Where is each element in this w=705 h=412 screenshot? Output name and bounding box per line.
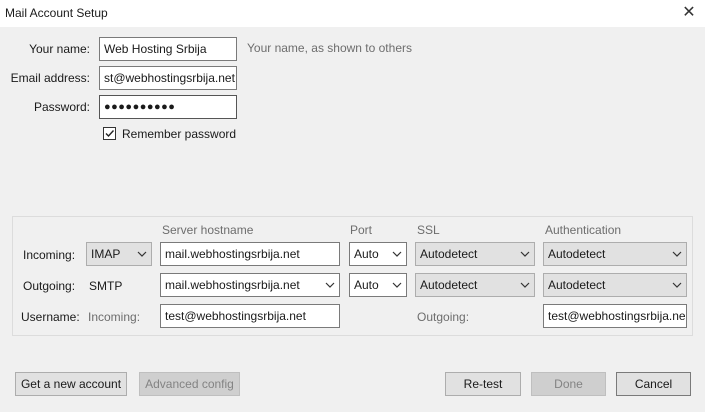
- outgoing-ssl-select[interactable]: Autodetect: [415, 273, 535, 297]
- password-label: Password:: [33, 100, 90, 114]
- name-hint: Your name, as shown to others: [247, 41, 412, 55]
- email-field[interactable]: st@webhostingsrbija.net: [99, 66, 237, 90]
- window-title: Mail Account Setup: [5, 6, 108, 20]
- get-new-account-button[interactable]: Get a new account: [15, 372, 127, 396]
- incoming-port-value: Auto: [354, 247, 379, 261]
- outgoing-auth-select[interactable]: Autodetect: [543, 273, 687, 297]
- header-port: Port: [350, 223, 373, 237]
- name-field[interactable]: Web Hosting Srbija: [99, 37, 237, 61]
- remember-password-checkbox[interactable]: [103, 127, 116, 140]
- chevron-down-icon: [520, 282, 530, 288]
- outgoing-label: Outgoing:: [23, 279, 76, 293]
- outgoing-port-value: Auto: [354, 278, 379, 292]
- cancel-button[interactable]: Cancel: [616, 372, 691, 396]
- outgoing-ssl-value: Autodetect: [420, 278, 478, 292]
- name-label: Your name:: [10, 42, 90, 56]
- incoming-protocol-select[interactable]: IMAP: [86, 242, 152, 266]
- username-outgoing-label: Outgoing:: [417, 310, 470, 324]
- outgoing-port-select[interactable]: Auto: [349, 273, 407, 297]
- incoming-label: Incoming:: [23, 248, 76, 262]
- header-ssl: SSL: [417, 223, 440, 237]
- advanced-config-button[interactable]: Advanced config: [139, 372, 240, 396]
- close-icon[interactable]: ✕: [680, 4, 698, 22]
- incoming-port-select[interactable]: Auto: [349, 242, 407, 266]
- password-field[interactable]: ●●●●●●●●●●: [99, 95, 237, 119]
- name-label-text: Your name:: [29, 42, 90, 56]
- chevron-down-icon: [392, 251, 402, 257]
- chevron-down-icon: [520, 251, 530, 257]
- header-authentication: Authentication: [545, 223, 622, 237]
- username-label: Username:: [21, 310, 80, 324]
- incoming-username-field[interactable]: test@webhostingsrbija.net: [160, 304, 340, 328]
- email-label: Email address:: [10, 71, 90, 85]
- chevron-down-icon: [392, 282, 402, 288]
- chevron-down-icon: [672, 282, 682, 288]
- chevron-down-icon: [137, 251, 147, 257]
- username-incoming-label: Incoming:: [88, 310, 141, 324]
- incoming-hostname-field[interactable]: mail.webhostingsrbija.net: [160, 242, 340, 266]
- outgoing-hostname-value: mail.webhostingsrbija.net: [165, 278, 300, 292]
- incoming-ssl-value: Autodetect: [420, 247, 478, 261]
- done-button[interactable]: Done: [531, 372, 606, 396]
- outgoing-auth-value: Autodetect: [548, 278, 606, 292]
- outgoing-protocol: SMTP: [89, 279, 123, 293]
- header-server-hostname: Server hostname: [162, 223, 254, 237]
- chevron-down-icon: [325, 282, 335, 288]
- chevron-down-icon: [672, 251, 682, 257]
- checkmark-icon: [105, 130, 115, 138]
- remember-password-label: Remember password: [122, 127, 237, 141]
- incoming-protocol-value: IMAP: [91, 247, 121, 261]
- incoming-auth-select[interactable]: Autodetect: [543, 242, 687, 266]
- incoming-auth-value: Autodetect: [548, 247, 606, 261]
- outgoing-username-field[interactable]: test@webhostingsrbija.ne: [543, 304, 687, 328]
- retest-button[interactable]: Re-test: [445, 372, 521, 396]
- incoming-ssl-select[interactable]: Autodetect: [415, 242, 535, 266]
- outgoing-hostname-select[interactable]: mail.webhostingsrbija.net: [160, 273, 340, 297]
